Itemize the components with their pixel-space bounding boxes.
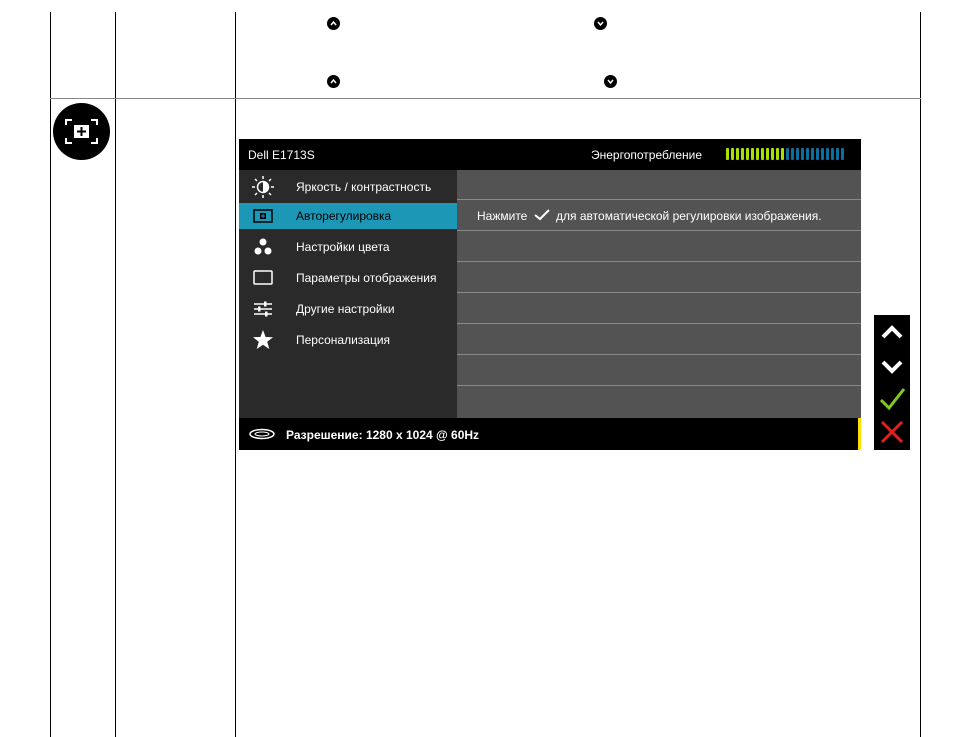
color-settings-icon (254, 238, 272, 255)
energy-label: Энергопотребление (591, 148, 703, 162)
energy-segment (776, 148, 779, 160)
menu-item-label: Яркость / контрастность (296, 180, 432, 194)
grid-line (50, 98, 921, 99)
footer-edge (858, 418, 861, 450)
check-icon (534, 209, 550, 221)
menu-item-color-settings[interactable]: Настройки цвета (239, 234, 457, 260)
energy-segment (736, 148, 739, 160)
energy-segment (731, 148, 734, 160)
check-icon (879, 388, 906, 411)
grid-line (50, 12, 51, 737)
detail-row[interactable]: Нажмите для автоматической регулировки и… (457, 201, 861, 231)
energy-segment (816, 148, 819, 160)
chevron-up-icon (327, 17, 340, 30)
menu-item-label: Параметры отображения (296, 271, 437, 285)
energy-segment (726, 148, 729, 160)
ok-button[interactable] (874, 382, 910, 416)
menu-item-label: Авторегулировка (296, 209, 392, 223)
energy-segment (826, 148, 829, 160)
auto-adjust-message: Нажмите для автоматической регулировки и… (477, 209, 822, 223)
menu-item-personalize[interactable]: Персонализация (239, 327, 457, 353)
menu-item-auto-adjust[interactable]: Авторегулировка (239, 203, 457, 229)
energy-segment (811, 148, 814, 160)
chevron-down-icon (604, 75, 617, 88)
chevron-down-icon (594, 17, 607, 30)
other-settings-icon (254, 301, 272, 317)
menu-item-label: Другие настройки (296, 302, 395, 316)
resolution-info: Разрешение: 1280 x 1024 @ 60Hz (286, 428, 480, 442)
star-icon (253, 330, 273, 349)
energy-segment (786, 148, 789, 160)
up-icon (881, 325, 903, 339)
energy-segment (801, 148, 804, 160)
detail-row (457, 387, 861, 418)
monitor-model: Dell E1713S (248, 148, 315, 162)
detail-row (457, 294, 861, 324)
grid-line (235, 12, 236, 737)
auto-adjust-icon (253, 209, 273, 223)
menu-item-other-settings[interactable]: Другие настройки (239, 296, 457, 322)
detail-row (457, 325, 861, 355)
osd-screen: Dell E1713S Энергопотребление Яркость / … (239, 139, 861, 450)
vga-input-icon (249, 428, 275, 440)
auto-adjust-icon (53, 103, 110, 160)
energy-segment (821, 148, 824, 160)
display-settings-icon (253, 270, 273, 285)
close-icon (880, 420, 904, 444)
energy-segment (841, 148, 844, 160)
down-button[interactable] (874, 349, 910, 383)
energy-segment (766, 148, 769, 160)
energy-segment (741, 148, 744, 160)
menu-item-label: Персонализация (296, 333, 391, 347)
detail-row (457, 170, 861, 200)
osd-menu: Яркость / контрастность Авторегулировка … (239, 170, 457, 418)
energy-segment (746, 148, 749, 160)
energy-segment (771, 148, 774, 160)
energy-segment (836, 148, 839, 160)
menu-item-label: Настройки цвета (296, 240, 390, 254)
energy-segment (806, 148, 809, 160)
detail-row (457, 232, 861, 262)
energy-segment (781, 148, 784, 160)
grid-line (920, 12, 921, 737)
detail-row (457, 263, 861, 293)
grid-line (115, 12, 116, 737)
brightness-icon (252, 176, 274, 198)
energy-segment (751, 148, 754, 160)
detail-row (457, 356, 861, 386)
chevron-up-icon (327, 75, 340, 88)
up-button[interactable] (874, 315, 910, 349)
osd-footer: Разрешение: 1280 x 1024 @ 60Hz (239, 418, 861, 450)
energy-meter (726, 148, 844, 160)
energy-segment (831, 148, 834, 160)
energy-segment (791, 148, 794, 160)
menu-item-brightness[interactable]: Яркость / контрастность (239, 174, 457, 200)
energy-segment (756, 148, 759, 160)
exit-button[interactable] (874, 415, 910, 449)
osd-detail-panel: Нажмите для автоматической регулировки и… (457, 170, 861, 418)
monitor-buttons (874, 315, 910, 450)
down-icon (881, 360, 903, 374)
energy-segment (761, 148, 764, 160)
energy-segment (796, 148, 799, 160)
menu-item-display-settings[interactable]: Параметры отображения (239, 265, 457, 291)
